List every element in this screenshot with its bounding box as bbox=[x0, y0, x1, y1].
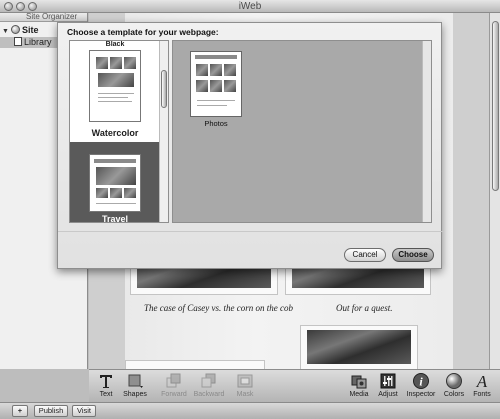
toolbar-fonts-label: Fonts bbox=[473, 391, 491, 398]
photo-bottom[interactable] bbox=[125, 360, 265, 369]
add-page-button[interactable]: + bbox=[12, 405, 28, 417]
bottom-bar: + Publish Visit bbox=[0, 402, 500, 419]
page-option-photos[interactable] bbox=[190, 51, 242, 117]
toolbar-inspector-label: Inspector bbox=[406, 391, 436, 398]
toolbar-shapes-label: Shapes bbox=[123, 391, 147, 398]
template-watercolor-label: Watercolor bbox=[91, 128, 139, 138]
toolbar-inspector-button[interactable]: i Inspector bbox=[404, 373, 438, 398]
mask-icon bbox=[237, 374, 253, 388]
backward-icon bbox=[201, 373, 216, 388]
toolbar-shapes-button[interactable]: Shapes bbox=[118, 373, 152, 398]
globe-icon bbox=[11, 25, 20, 34]
sheet-title: Choose a template for your webpage: bbox=[67, 27, 219, 37]
toolbar-mask-label: Mask bbox=[236, 391, 254, 398]
toolbar-adjust-label: Adjust bbox=[378, 391, 398, 398]
publish-button[interactable]: Publish bbox=[34, 405, 68, 417]
sheet-divider bbox=[58, 231, 443, 232]
sidebar-item-site-label: Site bbox=[22, 25, 39, 35]
sidebar-item-library-label: Library bbox=[24, 37, 52, 47]
template-black-label: Black bbox=[105, 41, 125, 46]
visit-button[interactable]: Visit bbox=[72, 405, 96, 417]
colors-icon bbox=[446, 373, 462, 389]
caption-quest[interactable]: Out for a quest. bbox=[336, 303, 393, 313]
page-option-photos-label: Photos bbox=[204, 119, 228, 128]
page-icon bbox=[14, 37, 22, 46]
toolbar-backward-label: Backward bbox=[193, 391, 225, 398]
choose-button[interactable]: Choose bbox=[392, 248, 434, 262]
template-travel-thumbnail bbox=[89, 154, 141, 212]
toolbar-adjust-button[interactable]: Adjust bbox=[371, 373, 405, 398]
toolbar: Text Shapes Forward Backward Mask Media … bbox=[89, 369, 500, 402]
toolbar-forward-button[interactable]: Forward bbox=[157, 373, 191, 398]
media-icon bbox=[351, 375, 367, 389]
forward-icon bbox=[166, 373, 181, 388]
cancel-button[interactable]: Cancel bbox=[344, 248, 386, 262]
page-type-scrollbar[interactable] bbox=[422, 41, 431, 222]
window-title: iWeb bbox=[238, 1, 262, 12]
toolbar-mask-button[interactable]: Mask bbox=[228, 373, 262, 398]
shapes-icon bbox=[128, 374, 143, 388]
template-chooser-sheet: Choose a template for your webpage: Blac… bbox=[57, 22, 443, 269]
fonts-icon: A bbox=[476, 373, 488, 389]
template-list-scroll-thumb[interactable] bbox=[161, 70, 167, 108]
canvas-vertical-scrollbar[interactable] bbox=[489, 13, 500, 369]
template-travel-label: Travel bbox=[101, 214, 129, 223]
photo-trees[interactable] bbox=[300, 325, 418, 369]
template-list[interactable]: Black Watercolor Travel bbox=[69, 40, 169, 223]
template-watercolor-thumbnail bbox=[89, 50, 141, 122]
canvas-scroll-thumb[interactable] bbox=[492, 21, 499, 191]
toolbar-backward-button[interactable]: Backward bbox=[192, 373, 226, 398]
template-list-scrollbar[interactable] bbox=[159, 41, 168, 222]
inspector-icon: i bbox=[413, 373, 429, 389]
title-bar: iWeb bbox=[0, 0, 500, 13]
site-organizer-header: Site Organizer bbox=[0, 13, 87, 22]
disclosure-triangle-icon[interactable]: ▼ bbox=[2, 28, 11, 35]
template-watercolor[interactable]: Watercolor bbox=[70, 48, 160, 140]
adjust-icon bbox=[380, 373, 396, 389]
toolbar-fonts-button[interactable]: A Fonts bbox=[465, 373, 499, 398]
svg-text:A: A bbox=[476, 373, 488, 389]
toolbar-forward-label: Forward bbox=[161, 391, 187, 398]
caption-casey[interactable]: The case of Casey vs. the corn on the co… bbox=[144, 303, 293, 313]
template-travel[interactable]: Travel bbox=[70, 142, 160, 223]
page-type-pane[interactable]: Photos bbox=[172, 40, 432, 223]
text-icon bbox=[100, 375, 112, 388]
